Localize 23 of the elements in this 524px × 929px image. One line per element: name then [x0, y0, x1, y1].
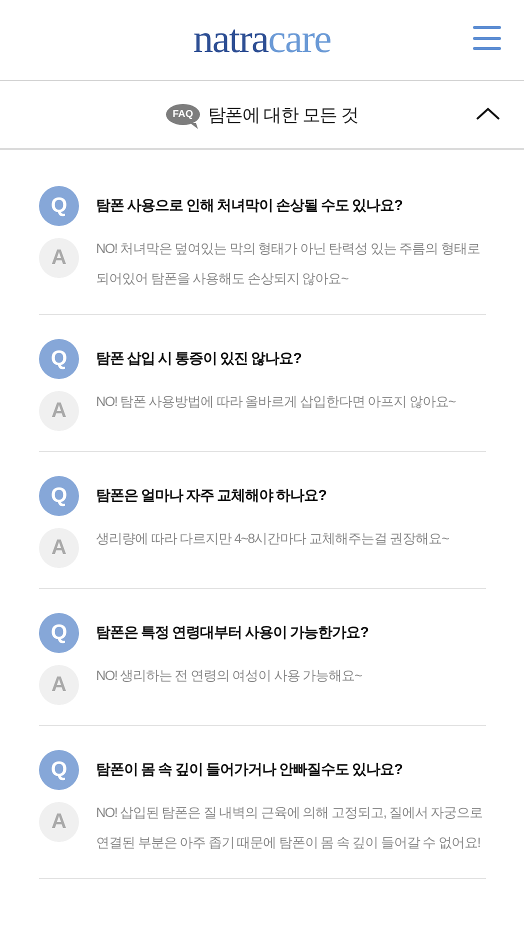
question-mark-circle: Q: [39, 750, 79, 790]
answer-text: NO! 처녀막은 덮여있는 막의 형태가 아닌 탄력성 있는 주름의 형태로 되어있어 탐폰을 사용해도 손상되지 않아요~: [96, 240, 481, 288]
answer-mark-circle: A: [39, 665, 79, 705]
question-mark-circle: Q: [39, 476, 79, 516]
answer-text: 생리량에 따라 다르지만 4~8시간마다 교체해주는걸 권장해요~: [96, 530, 449, 548]
answer-text: NO! 생리하는 전 연령의 여성이 사용 가능해요~: [96, 667, 362, 685]
logo[interactable]: natracare: [193, 14, 331, 62]
question-mark-circle: Q: [39, 339, 79, 379]
question-text: 탐폰 삽입 시 통증이 있진 않나요?: [96, 350, 301, 369]
answer-mark-circle: A: [39, 238, 79, 278]
answer-mark-circle: A: [39, 528, 79, 568]
question-text: 탐폰 사용으로 인해 처녀막이 손상될 수도 있나요?: [96, 197, 402, 216]
answer-mark-circle: A: [39, 391, 79, 431]
section-title: 탐폰에 대한 모든 것: [208, 104, 358, 126]
question-text: 탐폰이 몸 속 깊이 들어가거나 안빠질수도 있나요?: [96, 761, 402, 780]
answer-text: NO! 탐폰 사용방법에 따라 올바르게 삽입한다면 아프지 않아요~: [96, 393, 456, 411]
answer-mark-circle: A: [39, 802, 79, 842]
question-text: 탐폰은 특정 연령대부터 사용이 가능한가요?: [96, 624, 368, 643]
answer-text: NO! 삽입된 탐폰은 질 내벽의 근육에 의해 고정되고, 질에서 자궁으로 연결된 부분은 아주 좁기 때문에 탐폰이 몸 속 깊이 들어갈 수 없어요!: [96, 804, 484, 852]
question-mark-circle: Q: [39, 613, 79, 653]
question-text: 탐폰은 얼마나 자주 교체해야 하나요?: [96, 487, 326, 506]
menu-button[interactable]: [473, 26, 501, 50]
question-mark-circle: Q: [39, 186, 79, 226]
